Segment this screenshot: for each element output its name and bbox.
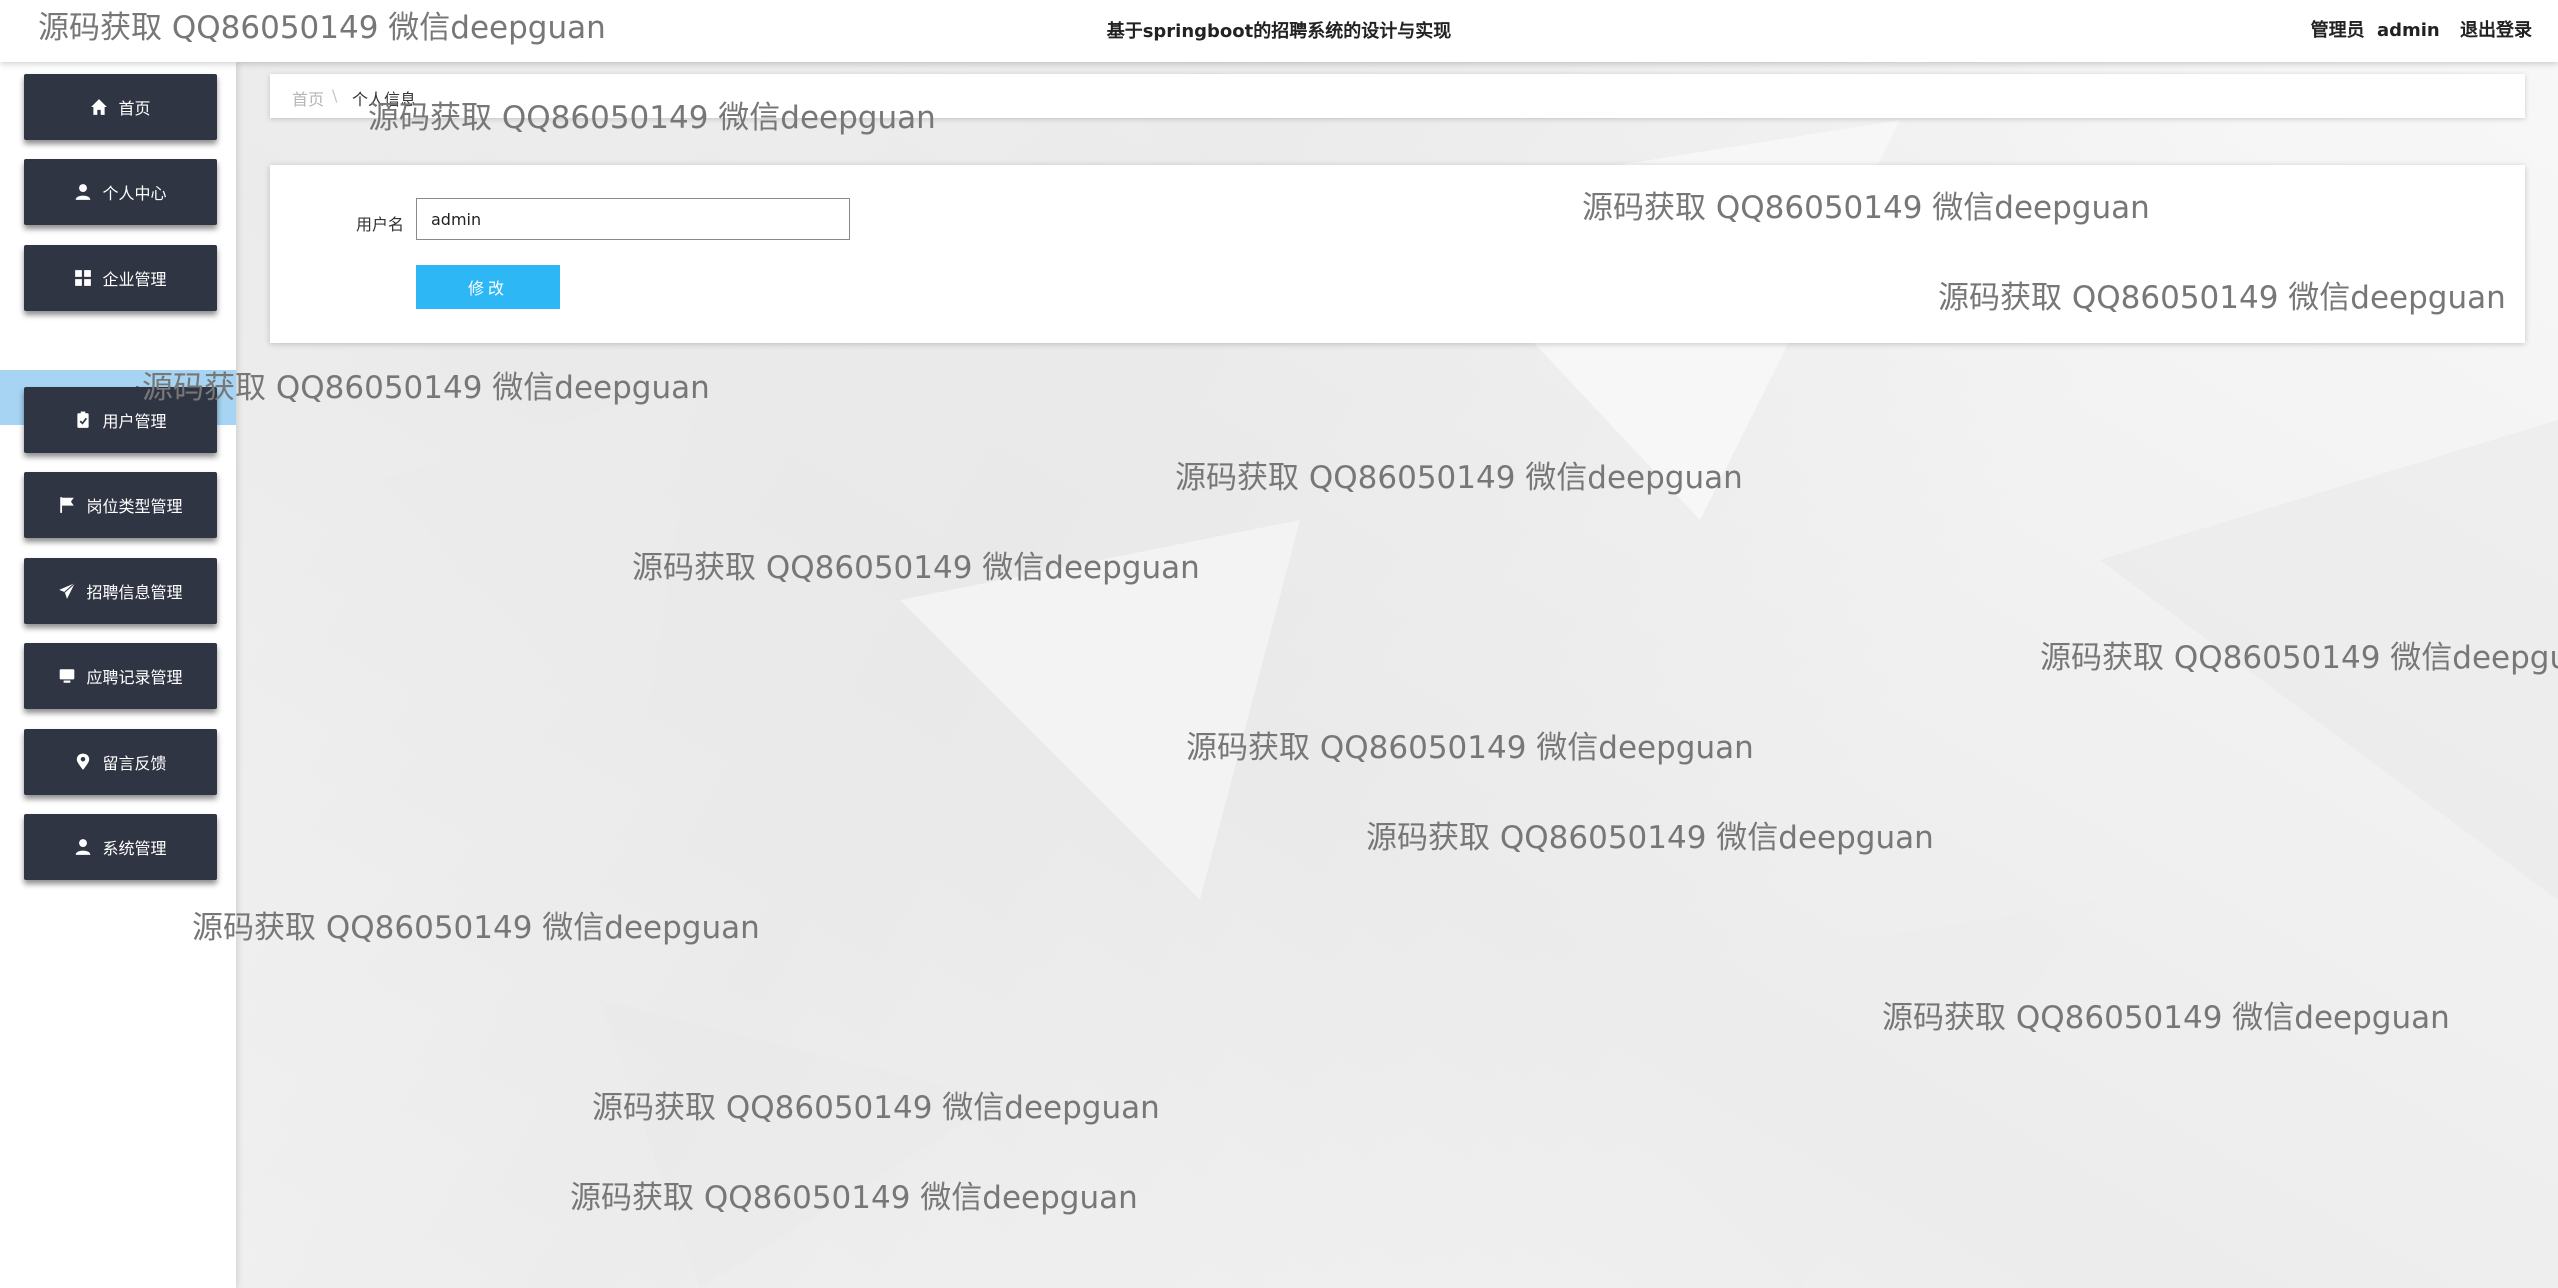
- update-button[interactable]: 修改: [416, 265, 560, 309]
- sidebar-item-label: 应聘记录管理: [86, 668, 183, 687]
- sidebar: 首页 个人中心 企业管理 企业 用户管理 岗位类型管理 招聘信息管理 应聘记录管…: [0, 62, 236, 1288]
- sidebar-item-label: 留言反馈: [102, 754, 167, 773]
- user-icon: [76, 839, 91, 855]
- sidebar-item-personal-center[interactable]: 个人中心: [24, 159, 217, 225]
- sidebar-item-label: 首页: [118, 99, 151, 118]
- username-label: 用户名: [356, 215, 405, 234]
- monitor-icon: [60, 669, 75, 683]
- location-pin-icon: [77, 753, 90, 770]
- breadcrumb-current: 个人信息: [352, 90, 417, 109]
- sidebar-item-recruitment-info-management[interactable]: 招聘信息管理: [24, 558, 217, 624]
- sidebar-item-application-record-management[interactable]: 应聘记录管理: [24, 643, 217, 709]
- sidebar-item-feedback[interactable]: 留言反馈: [24, 729, 217, 795]
- sidebar-item-company-management[interactable]: 企业管理: [24, 245, 217, 311]
- user-info: 管理员 admin 退出登录: [2305, 16, 2532, 42]
- logout-link[interactable]: 退出登录: [2460, 20, 2532, 41]
- profile-form: 用户名 修改: [270, 165, 2525, 343]
- sidebar-item-label: 招聘信息管理: [86, 583, 183, 602]
- breadcrumb-separator: \: [332, 86, 338, 105]
- breadcrumb: 首页 \ 个人信息: [270, 74, 2525, 118]
- sidebar-item-label: 岗位类型管理: [86, 497, 183, 516]
- sidebar-item-label: 个人中心: [102, 184, 167, 203]
- clipboard-icon: [77, 411, 90, 428]
- sidebar-item-label: 用户管理: [102, 412, 167, 431]
- sidebar-item-home[interactable]: 首页: [24, 74, 217, 140]
- system-title: 基于springboot的招聘系统的设计与实现: [1106, 21, 1452, 42]
- breadcrumb-home-link[interactable]: 首页: [292, 86, 324, 110]
- flag-icon: [60, 497, 75, 513]
- home-icon: [91, 99, 108, 115]
- username: admin: [2376, 20, 2440, 41]
- top-header-bar: 基于springboot的招聘系统的设计与实现 管理员 admin 退出登录: [0, 0, 2558, 62]
- sidebar-item-label: 企业管理: [102, 270, 167, 289]
- user-role: 管理员: [2310, 20, 2365, 41]
- send-icon: [59, 582, 76, 599]
- user-icon: [76, 184, 91, 200]
- sidebar-item-system-management[interactable]: 系统管理: [24, 814, 217, 880]
- grid-icon: [75, 270, 92, 286]
- username-input[interactable]: [416, 198, 850, 240]
- sidebar-item-user-management[interactable]: 用户管理: [24, 387, 217, 453]
- sidebar-item-label: 系统管理: [102, 839, 167, 858]
- sidebar-item-job-type-management[interactable]: 岗位类型管理: [24, 472, 217, 538]
